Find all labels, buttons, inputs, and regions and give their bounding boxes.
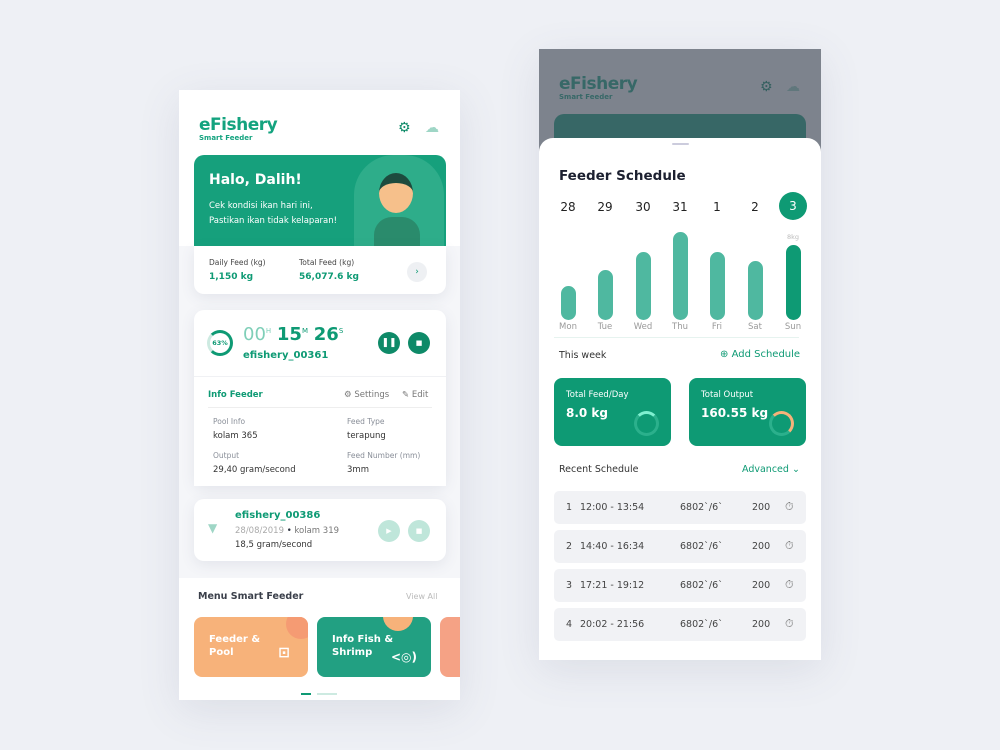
row-qty: 200 bbox=[752, 502, 771, 513]
row-qty: 200 bbox=[752, 619, 771, 630]
row-number: 1 bbox=[566, 502, 573, 513]
date-3[interactable]: 3 bbox=[779, 192, 807, 220]
feeder-card-00386[interactable]: ▼ efishery_00386 28/08/2019 • kolam 319 … bbox=[194, 499, 446, 561]
day-label: Sun bbox=[784, 322, 802, 332]
row-qty: 200 bbox=[752, 541, 771, 552]
wifi-icon: ▼ bbox=[208, 521, 218, 535]
row-code: 6802`/6` bbox=[680, 541, 723, 552]
schedule-row[interactable]: 1 12:00 - 13:54 6802`/6` 200 ⏱ bbox=[554, 491, 806, 524]
stopwatch-icon[interactable]: ⏱ bbox=[785, 539, 794, 553]
greeting-subtitle: Cek kondisi ikan hari ini, Pastikan ikan … bbox=[209, 201, 338, 226]
date-1[interactable]: 1 bbox=[703, 200, 731, 214]
drag-handle[interactable] bbox=[672, 143, 689, 145]
bar-wed[interactable] bbox=[635, 251, 651, 320]
info-feeder: Info Feeder ⚙ Settings ✎ Edit Pool Info … bbox=[194, 376, 446, 486]
bar-value-label: 8kg bbox=[786, 233, 800, 242]
plus-circle-icon: ⊕ bbox=[720, 349, 729, 360]
tile-next[interactable] bbox=[440, 617, 460, 677]
total-feed-card: Total Feed/Day 8.0 kg bbox=[554, 378, 671, 446]
home-screen: eFishery Smart Feeder ⚙ ☁ Halo, Dalih! Ce… bbox=[179, 90, 460, 700]
row-qty: 200 bbox=[752, 580, 771, 591]
date-30[interactable]: 30 bbox=[629, 200, 657, 214]
tile-info-fish[interactable]: Info Fish & Shrimp <◎) bbox=[317, 617, 431, 677]
feeder-schedule-sheet: Feeder Schedule This week ⊕ Add Schedule… bbox=[539, 138, 821, 660]
row-code: 6802`/6` bbox=[680, 619, 723, 630]
date-29[interactable]: 29 bbox=[591, 200, 619, 214]
menu-title: Menu Smart Feeder bbox=[198, 591, 304, 602]
schedule-row[interactable]: 3 17:21 - 19:12 6802`/6` 200 ⏱ bbox=[554, 569, 806, 602]
logo: eFisherySmart Feeder bbox=[199, 115, 278, 142]
bar-sat[interactable] bbox=[747, 261, 763, 320]
row-code: 6802`/6` bbox=[680, 580, 723, 591]
add-schedule-button[interactable]: ⊕ Add Schedule bbox=[720, 349, 800, 360]
stopwatch-icon[interactable]: ⏱ bbox=[785, 578, 794, 592]
bar-sun[interactable] bbox=[785, 245, 801, 320]
schedule-row[interactable]: 4 20:02 - 21:56 6802`/6` 200 ⏱ bbox=[554, 608, 806, 641]
bar-mon[interactable] bbox=[560, 286, 576, 320]
day-label: Sat bbox=[748, 322, 762, 332]
stopwatch-icon[interactable]: ⏱ bbox=[785, 617, 794, 631]
tile-feeder-pool[interactable]: Feeder & Pool ⊡ bbox=[194, 617, 308, 677]
settings-link[interactable]: ⚙ Settings bbox=[344, 390, 389, 400]
row-time: 14:40 - 16:34 bbox=[580, 541, 645, 552]
day-label: Tue bbox=[597, 322, 613, 332]
bar-tue[interactable] bbox=[597, 270, 613, 320]
gear-icon[interactable]: ⚙ bbox=[398, 120, 411, 136]
pause-button[interactable]: ❚❚ bbox=[378, 332, 400, 354]
recent-schedule-label: Recent Schedule bbox=[559, 464, 639, 475]
play-button[interactable]: ▶ bbox=[378, 520, 400, 542]
advanced-dropdown[interactable]: Advanced ⌄ bbox=[742, 464, 800, 475]
feeder-name: efishery_00361 bbox=[243, 350, 329, 361]
bar-thu[interactable] bbox=[672, 232, 688, 320]
greeting-banner: Halo, Dalih! Cek kondisi ikan hari ini, P… bbox=[194, 155, 446, 246]
row-time: 20:02 - 21:56 bbox=[580, 619, 645, 630]
stop-button[interactable]: ■ bbox=[408, 332, 430, 354]
view-all-link[interactable]: View All bbox=[406, 592, 437, 601]
row-time: 17:21 - 19:12 bbox=[580, 580, 645, 591]
greeting-title: Halo, Dalih! bbox=[209, 172, 302, 188]
bar-fri[interactable] bbox=[709, 251, 725, 320]
day-label: Thu bbox=[672, 322, 688, 332]
day-label: Mon bbox=[559, 322, 577, 332]
output-ring bbox=[769, 411, 794, 436]
date-28[interactable]: 28 bbox=[554, 200, 582, 214]
row-code: 6802`/6` bbox=[680, 502, 723, 513]
edit-link[interactable]: ✎ Edit bbox=[402, 390, 428, 400]
progress-ring: 63% bbox=[207, 330, 233, 356]
row-number: 3 bbox=[566, 580, 573, 591]
stop-button[interactable]: ■ bbox=[408, 520, 430, 542]
avatar-illustration bbox=[379, 173, 413, 213]
feed-summary: Daily Feed (kg) 1,150 kg Total Feed (kg)… bbox=[194, 246, 446, 294]
feed-ring bbox=[634, 411, 659, 436]
sheet-title: Feeder Schedule bbox=[559, 168, 686, 184]
countdown-timer: 00H 15M 26S bbox=[243, 324, 344, 345]
cloud-icon[interactable]: ☁ bbox=[425, 120, 439, 136]
row-number: 4 bbox=[566, 619, 573, 630]
this-week-label: This week bbox=[559, 350, 607, 361]
total-output-card: Total Output 160.55 kg bbox=[689, 378, 806, 446]
fish-icon: <◎) bbox=[390, 650, 417, 664]
date-2[interactable]: 2 bbox=[741, 200, 769, 214]
date-31[interactable]: 31 bbox=[666, 200, 694, 214]
day-label: Wed bbox=[633, 322, 653, 332]
feeder-icon: ⊡ bbox=[278, 645, 290, 661]
stopwatch-icon[interactable]: ⏱ bbox=[785, 500, 794, 514]
day-label: Fri bbox=[711, 322, 723, 332]
active-feeder-card: 63% 00H 15M 26S efishery_00361 ❚❚ ■ Info… bbox=[194, 310, 446, 486]
schedule-screen: eFisherySmart Feeder ⚙ ☁ Feeder Schedule… bbox=[539, 49, 821, 660]
row-time: 12:00 - 13:54 bbox=[580, 502, 645, 513]
chevron-right-icon[interactable]: › bbox=[407, 262, 427, 282]
schedule-row[interactable]: 2 14:40 - 16:34 6802`/6` 200 ⏱ bbox=[554, 530, 806, 563]
row-number: 2 bbox=[566, 541, 573, 552]
